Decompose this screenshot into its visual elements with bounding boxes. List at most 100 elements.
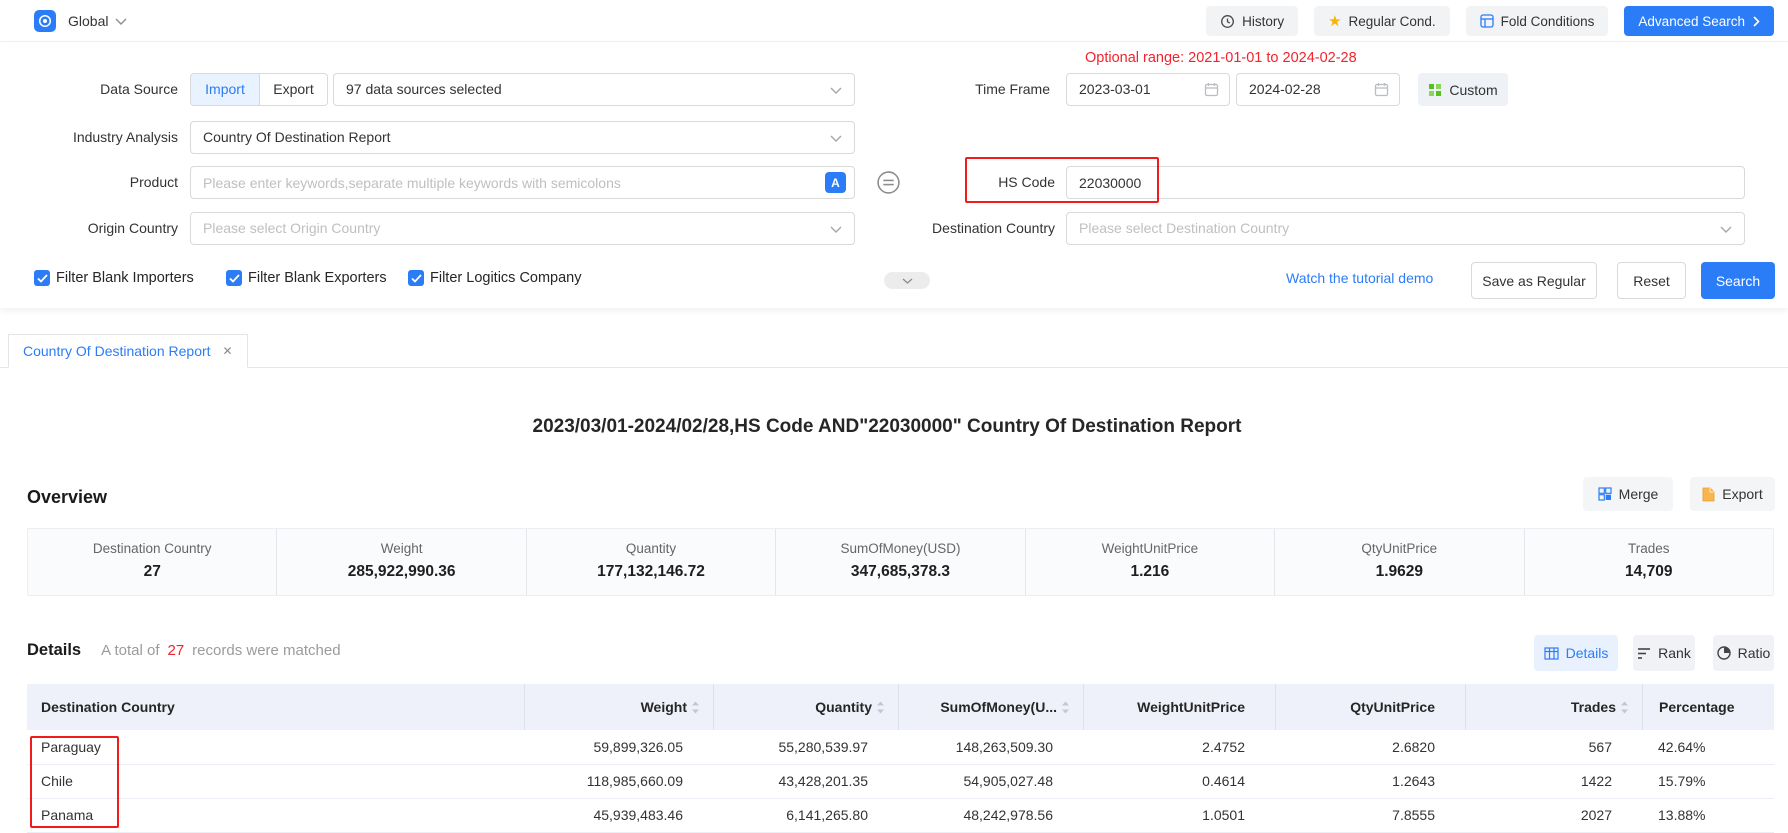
destination-country-placeholder: Please select Destination Country <box>1079 220 1289 236</box>
industry-analysis-value: Country Of Destination Report <box>203 129 391 145</box>
header-trades[interactable]: Trades <box>1465 684 1642 730</box>
report-tab[interactable]: Country Of Destination Report ✕ <box>8 334 248 368</box>
view-details-button[interactable]: Details <box>1534 635 1618 671</box>
close-icon[interactable]: ✕ <box>223 344 233 358</box>
cell-quantity: 6,141,265.80 <box>713 798 898 832</box>
page: Global History ★ Regular Cond. Fold Cond… <box>0 0 1788 831</box>
header-destination-country: Destination Country <box>27 684 524 730</box>
sort-icon <box>876 701 885 714</box>
logo-glyph-icon <box>38 14 52 28</box>
table-row[interactable]: Paraguay 59,899,326.05 55,280,539.97 148… <box>27 730 1774 764</box>
checkbox-filter-blank-importers[interactable]: Filter Blank Importers <box>34 270 194 286</box>
tab-label: Country Of Destination Report <box>23 343 211 359</box>
merge-label: Merge <box>1619 486 1659 502</box>
cell-trades: 1422 <box>1465 764 1642 798</box>
origin-country-label: Origin Country <box>0 212 178 245</box>
product-input[interactable] <box>190 166 855 199</box>
stat-value: 27 <box>144 563 161 581</box>
table-row[interactable]: Chile 118,985,660.09 43,428,201.35 54,90… <box>27 764 1774 798</box>
sort-icon <box>691 701 700 714</box>
overview-stats-bar: Destination Country 27 Weight 285,922,99… <box>27 528 1774 596</box>
cell-weight: 118,985,660.09 <box>524 764 713 798</box>
fold-conditions-icon <box>1480 14 1494 28</box>
history-icon <box>1220 14 1235 29</box>
cell-weight-unit-price: 2.4752 <box>1083 730 1275 764</box>
overview-heading: Overview <box>27 487 107 508</box>
history-label: History <box>1242 14 1284 29</box>
export-toggle[interactable]: Export <box>259 74 327 105</box>
origin-country-select[interactable]: Please select Origin Country <box>190 212 855 245</box>
export-button[interactable]: Export <box>1690 477 1775 511</box>
report-title: 2023/03/01-2024/02/28,HS Code AND"220300… <box>0 416 1774 438</box>
history-button[interactable]: History <box>1206 6 1298 36</box>
start-date-input[interactable]: 2023-03-01 <box>1066 73 1230 106</box>
header-weight[interactable]: Weight <box>524 684 713 730</box>
destination-country-label: Destination Country <box>860 212 1055 245</box>
end-date-value: 2024-02-28 <box>1249 81 1321 97</box>
matched-count: 27 <box>167 642 184 659</box>
fold-conditions-button[interactable]: Fold Conditions <box>1466 6 1609 36</box>
collapse-toggle[interactable] <box>884 272 930 289</box>
end-date-input[interactable]: 2024-02-28 <box>1236 73 1400 106</box>
checkbox-label: Filter Logitics Company <box>430 270 582 286</box>
reset-button[interactable]: Reset <box>1617 262 1686 299</box>
optional-range-note: Optional range: 2021-01-01 to 2024-02-28 <box>1085 50 1357 66</box>
destination-country-select[interactable]: Please select Destination Country <box>1066 212 1745 245</box>
hs-code-input[interactable] <box>1066 166 1745 199</box>
import-toggle[interactable]: Import <box>191 74 259 105</box>
cell-weight-unit-price: 0.4614 <box>1083 764 1275 798</box>
chevron-down-icon <box>115 18 127 25</box>
stat-qty-unit-price: QtyUnitPrice 1.9629 <box>1274 529 1523 595</box>
app-logo[interactable] <box>34 10 56 32</box>
data-source-select[interactable]: 97 data sources selected <box>333 73 855 106</box>
checkbox-filter-logistics-company[interactable]: Filter Logitics Company <box>408 270 582 286</box>
time-frame-label: Time Frame <box>880 73 1050 106</box>
regular-cond-button[interactable]: ★ Regular Cond. <box>1314 6 1450 36</box>
cell-weight: 59,899,326.05 <box>524 730 713 764</box>
view-ratio-button[interactable]: Ratio <box>1713 635 1774 671</box>
stat-weight-unit-price: WeightUnitPrice 1.216 <box>1025 529 1274 595</box>
cell-quantity: 43,428,201.35 <box>713 764 898 798</box>
header-sum-of-money[interactable]: SumOfMoney(U... <box>898 684 1083 730</box>
search-button[interactable]: Search <box>1701 262 1775 299</box>
cell-trades: 567 <box>1465 730 1642 764</box>
header-quantity[interactable]: Quantity <box>713 684 898 730</box>
data-source-toggle: Import Export <box>190 73 328 106</box>
start-date-value: 2023-03-01 <box>1079 81 1151 97</box>
calendar-icon <box>1374 82 1389 97</box>
save-as-regular-button[interactable]: Save as Regular <box>1471 262 1597 299</box>
cell-qty-unit-price: 1.2643 <box>1275 764 1465 798</box>
view-rank-button[interactable]: Rank <box>1633 635 1695 671</box>
merge-icon <box>1598 487 1612 501</box>
table-view-icon <box>1544 647 1559 660</box>
checkbox-filter-blank-exporters[interactable]: Filter Blank Exporters <box>226 270 387 286</box>
export-label: Export <box>1722 486 1762 502</box>
calendar-icon <box>1204 82 1219 97</box>
stat-label: QtyUnitPrice <box>1361 541 1437 556</box>
translate-icon[interactable]: A <box>825 172 846 193</box>
cell-qty-unit-price: 7.8555 <box>1275 798 1465 832</box>
chevron-down-icon <box>830 87 842 94</box>
stat-label: WeightUnitPrice <box>1102 541 1199 556</box>
advanced-search-button[interactable]: Advanced Search <box>1624 6 1774 36</box>
sort-icon <box>1061 701 1070 714</box>
custom-button[interactable]: Custom <box>1418 73 1508 106</box>
keyword-settings-icon[interactable] <box>876 170 901 195</box>
checkbox-label: Filter Blank Importers <box>56 270 194 286</box>
chevron-right-icon <box>1753 16 1760 27</box>
chevron-down-icon <box>830 226 842 233</box>
industry-analysis-label: Industry Analysis <box>0 121 178 154</box>
search-form: Optional range: 2021-01-01 to 2024-02-28… <box>0 42 1788 308</box>
stat-quantity: Quantity 177,132,146.72 <box>526 529 775 595</box>
industry-analysis-select[interactable]: Country Of Destination Report <box>190 121 855 154</box>
ratio-pie-icon <box>1717 646 1731 660</box>
origin-country-placeholder: Please select Origin Country <box>203 220 380 236</box>
table-row[interactable]: Panama 45,939,483.46 6,141,265.80 48,242… <box>27 798 1774 832</box>
stat-value: 177,132,146.72 <box>597 563 705 581</box>
global-region-selector[interactable]: Global <box>68 13 127 29</box>
stat-sum-of-money: SumOfMoney(USD) 347,685,378.3 <box>775 529 1024 595</box>
custom-label: Custom <box>1449 82 1497 98</box>
view-ratio-label: Ratio <box>1738 645 1771 661</box>
merge-button[interactable]: Merge <box>1583 477 1673 511</box>
tutorial-link[interactable]: Watch the tutorial demo <box>1286 270 1433 286</box>
